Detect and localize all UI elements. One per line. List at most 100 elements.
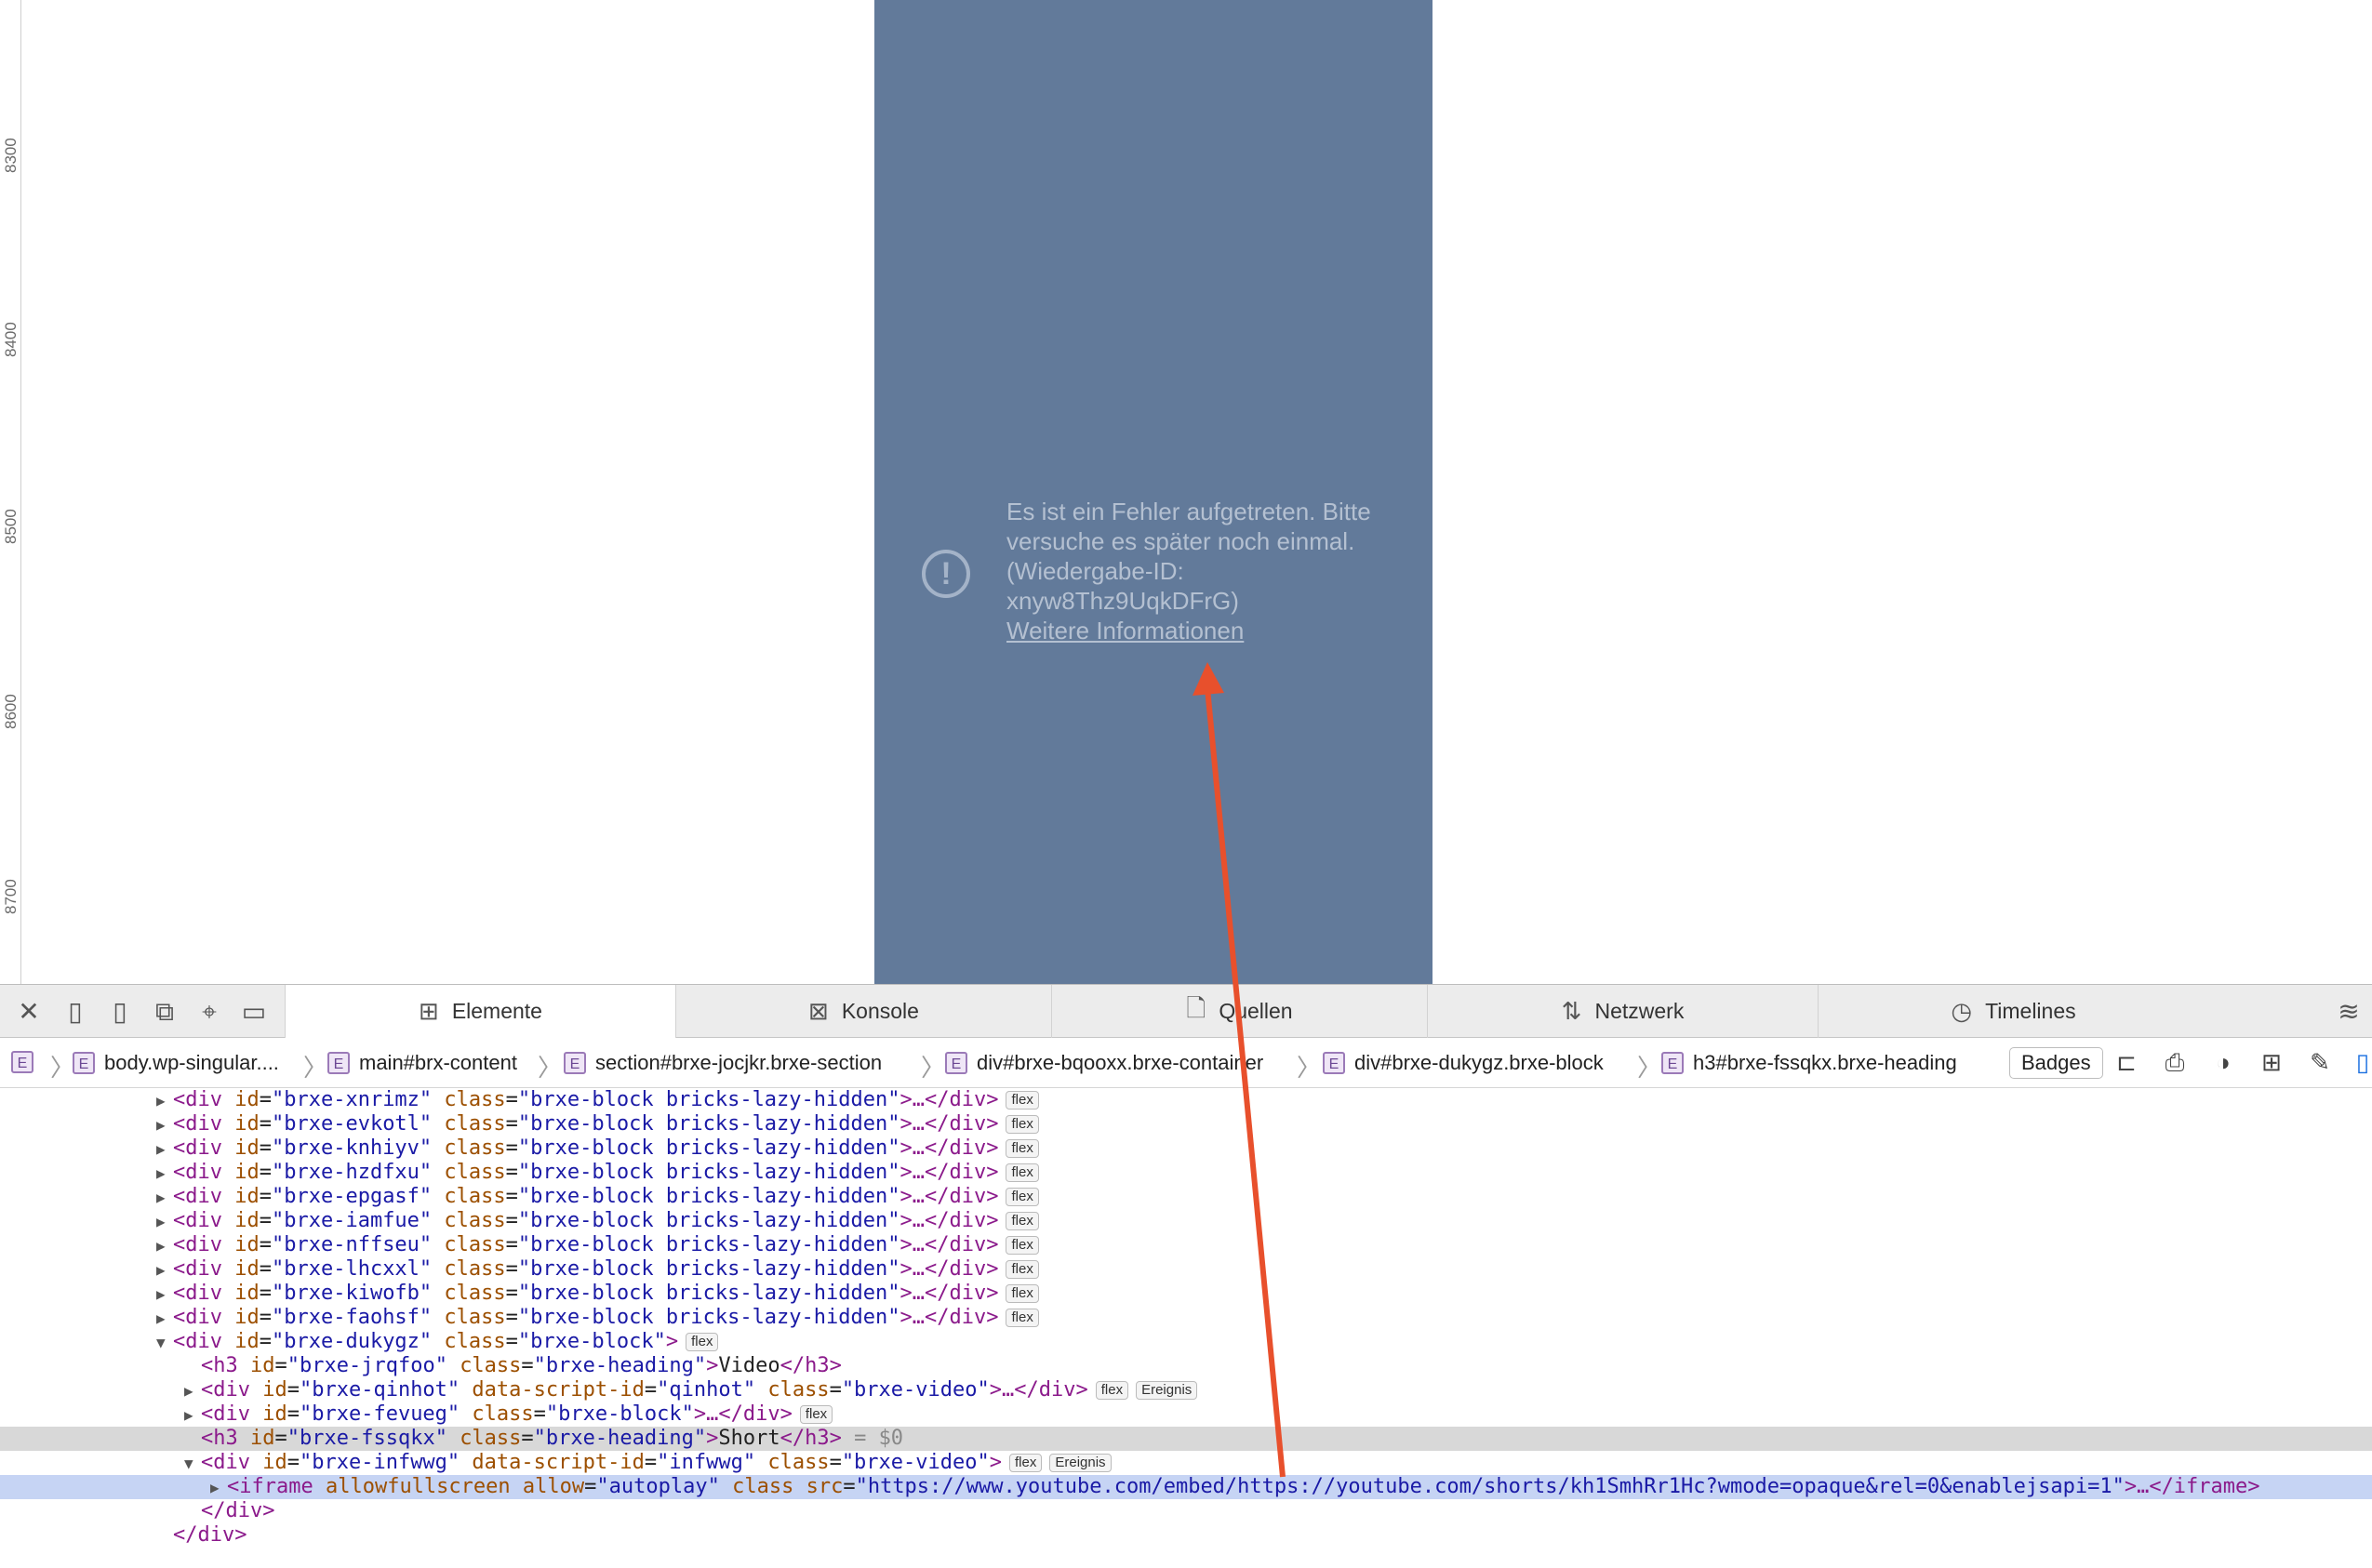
flex-badge: flex [1006,1309,1039,1327]
vertical-ruler: 8300 8400 8500 8600 8700 [0,0,21,984]
dom-node-row[interactable]: ▶ <div id="brxe-epgasf" class="brxe-block… [0,1185,2372,1209]
clock-icon: ◷ [1951,997,1973,1025]
tab-console[interactable]: ⊠ Konsole [675,985,1051,1038]
dock-left-icon[interactable]: ▯ [60,996,91,1028]
flex-badge: flex [1006,1236,1039,1255]
disclosure-collapsed-icon: ▶ [156,1140,166,1158]
flex-badge: flex [686,1333,719,1351]
breadcrumb-item[interactable]: Emain#brx-content [327,1051,517,1075]
dom-node-row[interactable]: ▶ <div id="brxe-knhiyv" class="brxe-block… [0,1136,2372,1161]
flex-badge: flex [1009,1454,1043,1472]
chevron-right-icon: 〉 [303,1054,328,1082]
disclosure-collapsed-icon: ▶ [156,1261,166,1279]
disclosure-collapsed-icon: ▶ [184,1406,193,1424]
tab-elements[interactable]: ⊞ Elemente [285,985,675,1038]
close-icon[interactable]: ✕ [13,996,45,1028]
disclosure-collapsed-icon: ▶ [156,1309,166,1327]
dom-node-row[interactable]: ▶ <div id="brxe-iamfue" class="brxe-block… [0,1209,2372,1233]
dom-node-row[interactable]: ▶ <div id="brxe-kiwofb" class="brxe-block… [0,1282,2372,1306]
youtube-embed[interactable]: ! Es ist ein Fehler aufgetreten. Bitte v… [874,0,1433,984]
network-icon: ⇅ [1561,997,1582,1025]
dom-node-row[interactable]: ▶ <div id="brxe-lhcxxl" class="brxe-block… [0,1257,2372,1282]
web-inspector: ✕ ▯ ▯ ⧉ ⌖ ▭ ⊞ Elemente ⊠ Konsole 🗋 Quellen … [0,984,2372,1568]
breadcrumb-item[interactable]: Esection#brxe-jocjkr.brxe-section [564,1051,882,1075]
flex-badge: flex [1006,1115,1039,1134]
flex-badge: flex [1006,1212,1039,1230]
dom-node-row[interactable]: ▶ <div id="brxe-nffseu" class="brxe-block… [0,1233,2372,1257]
ruler-label: 8300 [2,138,20,173]
dom-node-row[interactable]: </div> [0,1523,2372,1548]
tab-sources[interactable]: 🗋 Quellen [1051,985,1427,1038]
disclosure-collapsed-icon: ▶ [184,1382,193,1400]
dom-node-row[interactable]: ▼ <div id="brxe-dukygz" class="brxe-block… [0,1330,2372,1354]
grid-icon[interactable]: ⊞ [2257,1047,2286,1077]
appearance-icon[interactable]: ◑ [2208,1047,2238,1077]
element-badge: E [564,1052,586,1074]
sidebar-toggle-icon[interactable]: ▯ [2348,1047,2372,1077]
dom-node-row[interactable]: ▶ <div id="brxe-hzdfxu" class="brxe-block… [0,1161,2372,1185]
breadcrumb-item[interactable]: Ediv#brxe-bqooxx.brxe-container [945,1051,1263,1075]
flex-badge: flex [1006,1139,1039,1158]
dom-node-row[interactable]: ▶ <div id="brxe-evkotl" class="brxe-block… [0,1112,2372,1136]
disclosure-collapsed-icon: ▶ [156,1213,166,1230]
dom-tree: ▶ <div id="brxe-xnrimz" class="brxe-block… [0,1088,2372,1568]
dom-node-row[interactable]: <h3 id="brxe-fssqkx" class="brxe-heading… [0,1427,2372,1451]
dom-node-row[interactable]: ▼ <div id="brxe-infwwg" data-script-id="i… [0,1451,2372,1475]
dom-node-row[interactable]: ▶ <div id="brxe-xnrimz" class="brxe-block… [0,1088,2372,1112]
element-badge: E [73,1052,95,1074]
flex-badge: flex [1006,1284,1039,1303]
disclosure-collapsed-icon: ▶ [210,1479,220,1496]
storage-icon[interactable]: ≋ [2333,996,2365,1028]
disclosure-expanded-icon: ▼ [184,1455,193,1472]
element-picker-icon[interactable]: ⌖ [193,996,225,1028]
element-badge: E [11,1051,33,1073]
console-icon: ⊠ [808,997,829,1025]
dom-node-row[interactable]: ▶ <div id="brxe-qinhot" data-script-id="q… [0,1378,2372,1402]
dock-right-icon[interactable]: ▯ [104,996,136,1028]
dom-node-row[interactable]: ▶ <div id="brxe-faohsf" class="brxe-block… [0,1306,2372,1330]
alert-icon: ! [922,550,970,598]
dom-node-row[interactable]: ▶ <div id="brxe-fevueg" class="brxe-block… [0,1402,2372,1427]
disclosure-collapsed-icon: ▶ [156,1285,166,1303]
flex-badge: flex [1006,1188,1039,1206]
chevron-right-icon: 〉 [538,1054,563,1082]
layout-ruler-icon[interactable]: ⊏ [2112,1047,2141,1077]
tab-network[interactable]: ⇅ Netzwerk [1427,985,1818,1038]
dom-node-row[interactable]: <h3 id="brxe-jrqfoo" class="brxe-heading… [0,1354,2372,1378]
disclosure-collapsed-icon: ▶ [156,1116,166,1134]
disclosure-collapsed-icon: ▶ [156,1092,166,1110]
chevron-right-icon: 〉 [1637,1054,1662,1082]
detach-window-icon[interactable]: ⧉ [149,996,180,1028]
video-error-message: Es ist ein Fehler aufgetreten. Bitte ver… [1006,497,1397,645]
breadcrumb-root[interactable]: E [11,1051,43,1073]
breadcrumb-item[interactable]: Ebody.wp-singular.... [73,1051,279,1075]
tab-timelines[interactable]: ◷ Timelines [1818,985,2208,1038]
element-badge: E [1323,1052,1345,1074]
disclosure-collapsed-icon: ▶ [156,1164,166,1182]
ruler-label: 8400 [2,322,20,357]
breadcrumb-item[interactable]: Ediv#brxe-dukygz.brxe-block [1323,1051,1604,1075]
dom-node-row[interactable]: </div> [0,1499,2372,1523]
pencil-icon[interactable]: ✎ [2305,1047,2335,1077]
element-badge: E [1661,1052,1684,1074]
flex-badge: flex [1006,1091,1039,1110]
badges-button[interactable]: Badges [2009,1047,2103,1079]
print-icon[interactable]: ⎙ [2160,1047,2190,1077]
flex-badge: flex [1006,1260,1039,1279]
disclosure-collapsed-icon: ▶ [156,1237,166,1255]
element-badge: E [327,1052,350,1074]
chevron-right-icon: 〉 [1297,1054,1322,1082]
event-badge: Ereignis [1049,1454,1112,1472]
more-info-link[interactable]: Weitere Informationen [1006,616,1397,645]
page-viewport: 8300 8400 8500 8600 8700 ! Es ist ein Fe… [0,0,2372,984]
dom-node-row[interactable]: ▶ <iframe allowfullscreen allow="autoplay… [0,1475,2372,1499]
breadcrumb-item-current[interactable]: Eh3#brxe-fssqkx.brxe-heading [1661,1051,1957,1075]
inspector-tab-bar: ✕ ▯ ▯ ⧉ ⌖ ▭ ⊞ Elemente ⊠ Konsole 🗋 Quellen … [0,984,2372,1038]
breadcrumb: E 〉 Ebody.wp-singular.... 〉 Emain#brx-co… [0,1038,2372,1088]
element-badge: E [945,1052,967,1074]
chevron-right-icon: 〉 [921,1054,946,1082]
device-icon[interactable]: ▭ [238,996,270,1028]
